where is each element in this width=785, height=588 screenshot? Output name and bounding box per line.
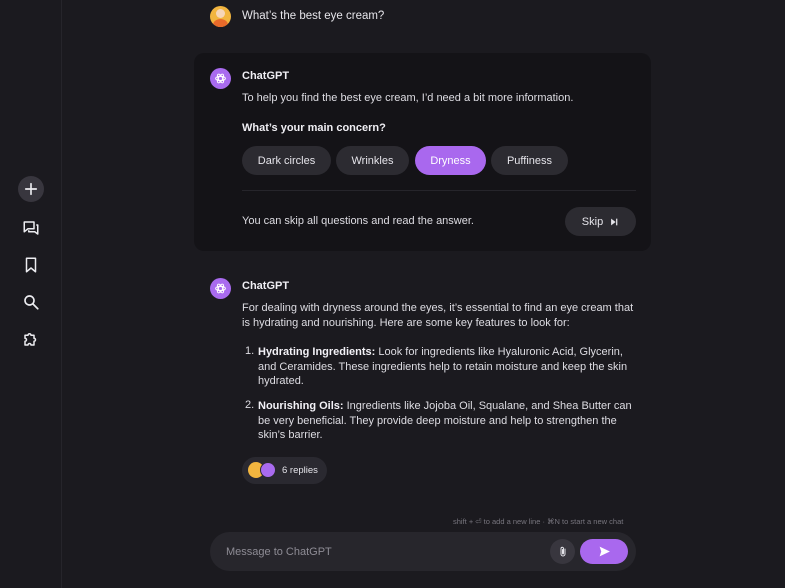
assistant-avatar (210, 68, 231, 89)
search-button[interactable] (18, 289, 44, 315)
option-wrinkles[interactable]: Wrinkles (336, 146, 409, 175)
user-avatar (210, 6, 231, 27)
send-icon (599, 546, 610, 557)
list-item-1-title: Hydrating Ingredients: (258, 346, 376, 358)
card-question: What’s your main concern? (242, 122, 386, 134)
paperclip-icon (560, 546, 565, 556)
answer-intro: For dealing with dryness around the eyes… (242, 302, 634, 329)
skip-button[interactable]: Skip (565, 207, 636, 236)
list-item-1: Hydrating Ingredients: Look for ingredie… (258, 345, 636, 389)
bookmarks-button[interactable] (18, 252, 44, 278)
reply-assistant-avatar (260, 462, 276, 478)
composer (210, 532, 636, 571)
option-puffiness[interactable]: Puffiness (491, 146, 568, 175)
plugins-button[interactable] (18, 326, 44, 352)
search-icon (24, 295, 39, 310)
list-number-1: 1. (245, 345, 255, 357)
list-number-2: 2. (245, 399, 255, 411)
new-chat-button[interactable] (18, 176, 44, 202)
bookmark-icon (25, 257, 37, 273)
assistant-name-2: ChatGPT (242, 280, 290, 292)
replies-button[interactable]: 6 replies (242, 457, 327, 484)
option-dark-circles[interactable]: Dark circles (242, 146, 331, 175)
puzzle-icon (24, 333, 37, 346)
app: What’s the best eye cream? ChatGPT To he… (0, 0, 785, 588)
attach-button[interactable] (550, 539, 575, 564)
openai-logo-icon (215, 283, 226, 294)
plus-icon (24, 182, 38, 196)
skip-label: Skip (581, 215, 604, 228)
card-divider (242, 190, 636, 191)
sidebar (0, 0, 62, 588)
skip-forward-icon (611, 218, 618, 225)
option-dryness[interactable]: Dryness (415, 146, 486, 175)
chats-button[interactable] (18, 215, 44, 241)
chats-icon (23, 221, 39, 235)
list-item-2-title: Nourishing Oils: (258, 400, 344, 412)
assistant-avatar-2 (210, 278, 231, 299)
composer-hint: shift + ⏎ to add a new line · ⌘N to star… (453, 517, 624, 526)
skip-hint: You can skip all questions and read the … (242, 215, 474, 227)
list-item-2: Nourishing Oils: Ingredients like Jojoba… (258, 399, 636, 443)
send-button[interactable] (580, 539, 628, 564)
message-input[interactable] (226, 542, 526, 562)
replies-count: 6 replies (282, 465, 318, 476)
openai-logo-icon (215, 73, 226, 84)
card-intro: To help you find the best eye cream, I’d… (242, 92, 574, 104)
user-message: What’s the best eye cream? (242, 10, 385, 22)
assistant-name: ChatGPT (242, 70, 290, 82)
